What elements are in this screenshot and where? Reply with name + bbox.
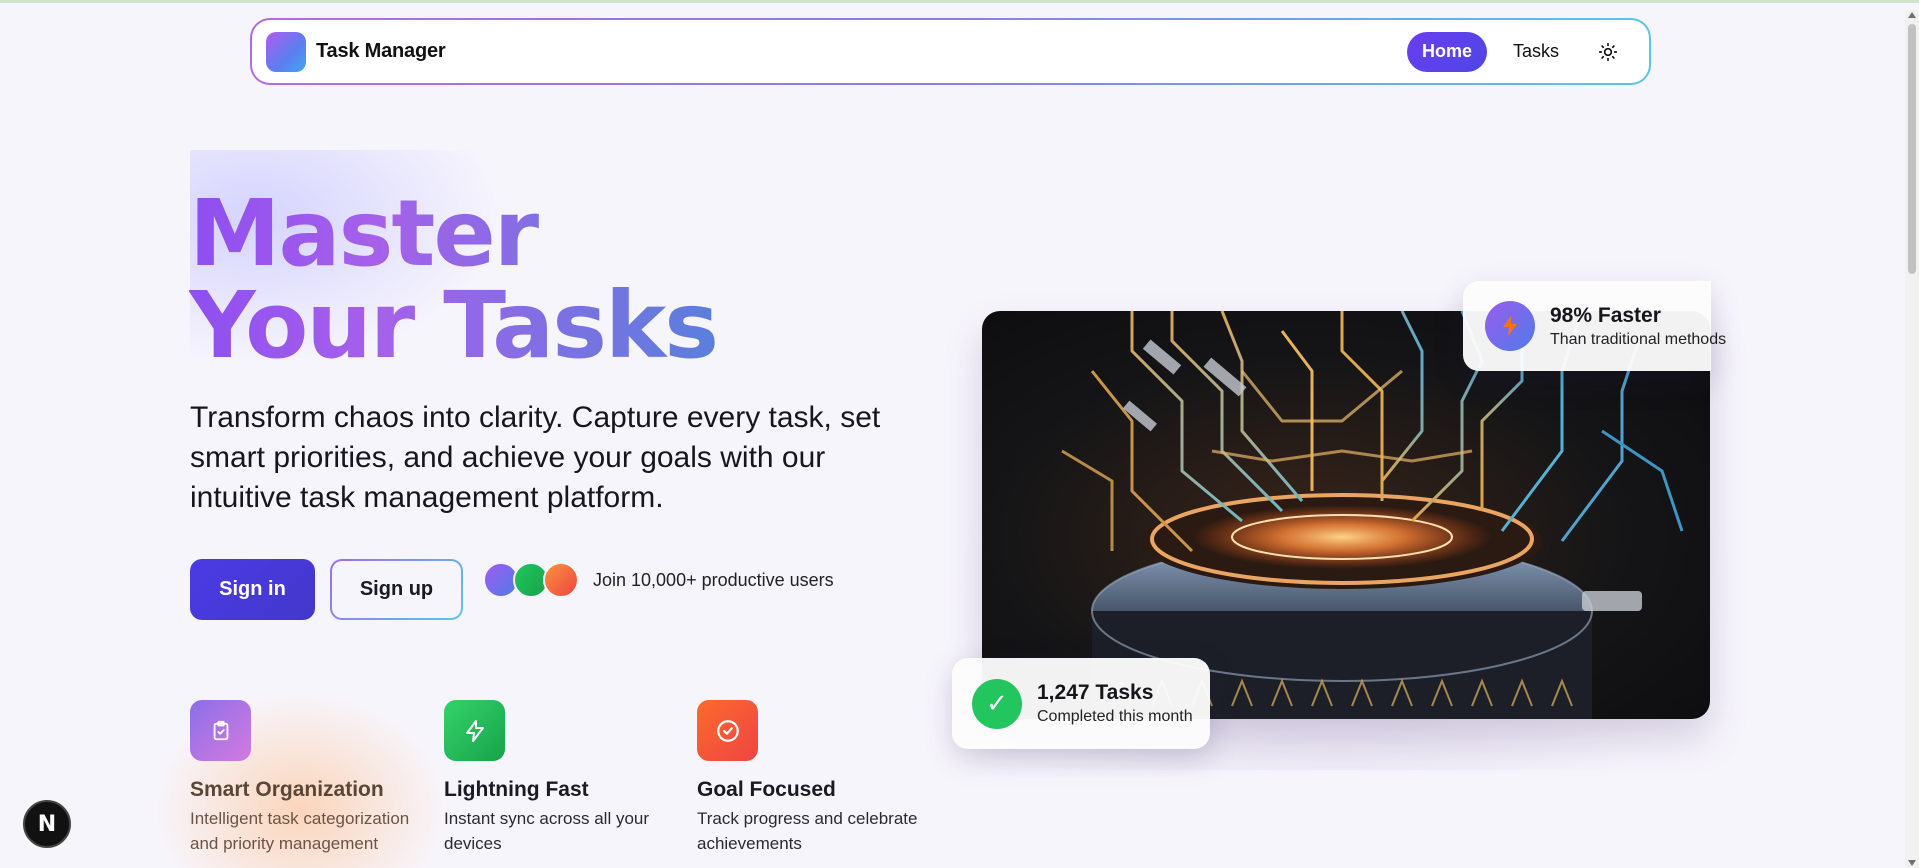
nav-link-tasks[interactable]: Tasks bbox=[1513, 41, 1559, 62]
feature-goal-focused: Goal Focused Track progress and celebrat… bbox=[697, 700, 927, 856]
browser-loading-line bbox=[0, 0, 1919, 3]
nextjs-icon: N bbox=[37, 811, 57, 837]
navbar-inner: Task Manager Home Tasks bbox=[252, 20, 1649, 83]
stat-subtitle: Completed this month bbox=[1037, 708, 1193, 725]
stat-text: 98% Faster Than traditional methods bbox=[1550, 304, 1726, 349]
stat-title: 1,247 Tasks bbox=[1037, 681, 1154, 704]
stat-card-tasks: ✓ 1,247 Tasks Completed this month bbox=[952, 658, 1210, 749]
brand-name[interactable]: Task Manager bbox=[316, 40, 446, 63]
lightning-icon bbox=[444, 700, 505, 761]
stat-title: 98% Faster bbox=[1550, 303, 1661, 327]
feature-title: Smart Organization bbox=[190, 778, 384, 801]
scrollbar-thumb[interactable] bbox=[1908, 24, 1916, 274]
page-scrollbar[interactable] bbox=[1905, 10, 1919, 868]
scroll-down-arrow-icon[interactable] bbox=[1908, 860, 1916, 866]
hero-title-line-2: Your Tasks bbox=[189, 272, 719, 379]
stat-text: 1,247 Tasks Completed this month bbox=[1037, 681, 1193, 726]
sign-up-label: Sign up bbox=[332, 561, 461, 618]
brand-logo-icon[interactable] bbox=[266, 31, 306, 72]
feature-title: Lightning Fast bbox=[444, 778, 589, 801]
feature-description: Intelligent task categorization and prio… bbox=[190, 809, 410, 853]
hero-title-line-1: Master bbox=[189, 188, 717, 280]
target-check-icon bbox=[697, 700, 758, 761]
sign-up-button[interactable]: Sign up bbox=[330, 559, 463, 620]
hero-subtitle: Transform chaos into clarity. Capture ev… bbox=[190, 401, 881, 514]
nextjs-dev-badge[interactable]: N bbox=[23, 800, 71, 848]
sun-icon bbox=[1598, 42, 1618, 61]
feature-lightning-fast: Lightning Fast Instant sync across all y… bbox=[444, 700, 674, 856]
sign-in-button[interactable]: Sign in bbox=[190, 559, 315, 620]
checkmark-icon: ✓ bbox=[972, 678, 1022, 729]
feature-smart-organization: Smart Organization Intelligent task cate… bbox=[190, 700, 420, 856]
scroll-up-arrow-icon[interactable] bbox=[1908, 12, 1916, 18]
feature-title: Goal Focused bbox=[697, 778, 836, 801]
feature-description: Instant sync across all your devices bbox=[444, 809, 650, 853]
feature-description: Track progress and celebrate achievement… bbox=[697, 809, 918, 853]
user-avatars bbox=[483, 562, 583, 598]
nav-link-home[interactable]: Home bbox=[1406, 31, 1487, 72]
stat-subtitle: Than traditional methods bbox=[1550, 330, 1727, 348]
clipboard-check-icon bbox=[190, 700, 251, 761]
stat-card-speed: 98% Faster Than traditional methods bbox=[1463, 281, 1726, 371]
theme-toggle-button[interactable] bbox=[1595, 39, 1621, 65]
social-proof-text: Join 10,000+ productive users bbox=[593, 570, 834, 590]
hero-title: Master Your Tasks bbox=[189, 188, 719, 379]
top-navbar: Task Manager Home Tasks bbox=[250, 18, 1651, 85]
lightning-icon bbox=[1485, 301, 1535, 351]
avatar bbox=[543, 562, 579, 598]
